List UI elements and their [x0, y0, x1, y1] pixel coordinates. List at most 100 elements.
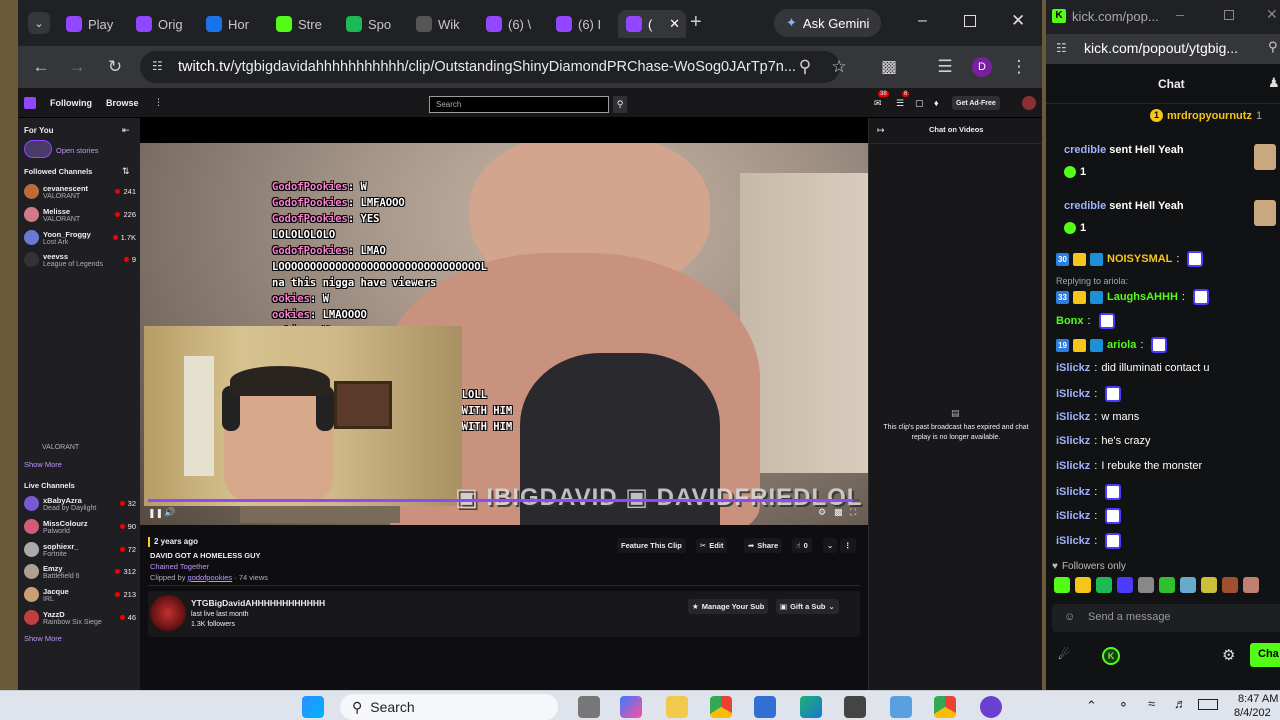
- sidebar-channel-veevss[interactable]: veevss League of Legends 9: [24, 249, 136, 271]
- browser-tab[interactable]: Hor: [198, 10, 266, 38]
- following-link[interactable]: Following: [50, 98, 92, 108]
- inbox-icon[interactable]: ▢: [915, 98, 924, 109]
- sidebar-channel-jacque[interactable]: Jacque IRL 213: [24, 584, 136, 606]
- get-ad-free-button[interactable]: Get Ad-Free: [952, 96, 1000, 110]
- like-dropdown[interactable]: ⌄: [823, 538, 838, 553]
- back-icon[interactable]: ←: [30, 56, 52, 78]
- wifi-icon[interactable]: ≈: [1148, 696, 1155, 711]
- browser-tab[interactable]: Spo: [338, 10, 406, 38]
- kick-minimize-button[interactable]: –: [1176, 6, 1184, 22]
- twitch-logo-icon[interactable]: [24, 97, 36, 109]
- kick-chat-send-button[interactable]: Cha: [1250, 643, 1280, 667]
- kick-users-icon[interactable]: ♟: [1268, 75, 1280, 91]
- like-button[interactable]: ☝ 0: [792, 538, 812, 553]
- edit-button[interactable]: ✂ Edit: [696, 538, 728, 553]
- fullscreen-icon[interactable]: ⛶: [850, 507, 856, 518]
- close-window-button[interactable]: ✕: [1011, 11, 1025, 31]
- search-icon[interactable]: ⚲: [613, 96, 627, 113]
- volume-icon[interactable]: 🔊: [164, 507, 175, 518]
- open-stories-link[interactable]: Open stories: [56, 146, 99, 155]
- zoom-icon[interactable]: ⚲: [794, 56, 816, 78]
- minimize-button[interactable]: –: [918, 12, 927, 30]
- sidebar-channel-misscolourz[interactable]: MissColourz Palworld 90: [24, 516, 136, 538]
- theatre-mode-icon[interactable]: ▩: [834, 507, 843, 518]
- sidebar-channel-sophiexr[interactable]: sophiexr_ Fortnite 72: [24, 539, 136, 561]
- ask-gemini-button[interactable]: ✦ Ask Gemini: [774, 9, 882, 37]
- browser-tab[interactable]: Stre: [268, 10, 336, 38]
- maximize-button[interactable]: [964, 15, 976, 27]
- browser-tab[interactable]: Wik: [408, 10, 476, 38]
- clock-date[interactable]: 8/4/202: [1234, 707, 1271, 719]
- kick-maximize-button[interactable]: [1224, 10, 1234, 20]
- edge-icon[interactable]: [800, 696, 822, 718]
- kick-settings-icon[interactable]: ⚙: [1222, 646, 1235, 664]
- sidebar-channel-cevanescent[interactable]: cevanescent VALORANT 241: [24, 181, 136, 203]
- browse-link[interactable]: Browse: [106, 98, 139, 108]
- twitch-search-input[interactable]: Search: [429, 96, 609, 113]
- feature-clip-button[interactable]: Feature This Clip: [617, 538, 686, 553]
- new-tab-button[interactable]: +: [690, 12, 702, 32]
- url-input[interactable]: ☷ twitch.tv/ytgbigdavidahhhhhhhhhhh/clip…: [140, 51, 840, 83]
- crown-icon[interactable]: ♦: [934, 98, 939, 108]
- taskbar-search[interactable]: ⚲ Search: [340, 694, 558, 720]
- notifications-icon[interactable]: ✉: [874, 98, 882, 109]
- manage-sub-button[interactable]: ★ Manage Your Sub: [688, 599, 769, 614]
- photos-icon[interactable]: [890, 696, 912, 718]
- whispers-icon[interactable]: ☰: [896, 98, 904, 109]
- kick-close-button[interactable]: ✕: [1266, 6, 1278, 23]
- kick-k-icon[interactable]: K: [1102, 647, 1120, 665]
- store-icon[interactable]: [754, 696, 776, 718]
- progress-track[interactable]: [148, 499, 860, 502]
- sidebar-channel-yazzd[interactable]: YazzD Rainbow Six Siege 46: [24, 607, 136, 629]
- obs-icon[interactable]: [844, 696, 866, 718]
- chrome-profile-icon[interactable]: [934, 696, 956, 718]
- kick-zoom-icon[interactable]: ⚲: [1268, 39, 1278, 55]
- browser-tab[interactable]: (✕: [618, 10, 686, 38]
- bookmark-star-icon[interactable]: ☆: [828, 56, 850, 78]
- speaker-icon[interactable]: ♬: [1174, 696, 1187, 711]
- sidebar-channel-yoonfroggy[interactable]: Yoon_Froggy Lost Ark 1.7K: [24, 227, 136, 249]
- kick-site-info-icon[interactable]: ☷: [1056, 41, 1067, 55]
- sidebar-channel-emzy[interactable]: Emzy Battlefield 6 312: [24, 561, 136, 583]
- kick-url[interactable]: kick.com/popout/ytgbig...: [1084, 40, 1238, 56]
- gift-sub-button[interactable]: ▣ Gift a Sub ⌄: [776, 599, 839, 614]
- settings-gear-icon[interactable]: ⚙: [818, 507, 826, 518]
- show-more-followed-link[interactable]: Show More: [24, 460, 62, 469]
- emote-tray[interactable]: [1054, 577, 1280, 597]
- close-tab-icon[interactable]: ✕: [669, 16, 680, 32]
- sort-icon[interactable]: ⇅: [122, 166, 130, 177]
- clip-category-link[interactable]: Chained Together: [150, 562, 209, 571]
- video-player[interactable]: GodofPookies: W GodofPookies: LMFAOOO Godo…: [140, 143, 868, 525]
- browser-tab[interactable]: Orig: [128, 10, 196, 38]
- chrome-icon[interactable]: [710, 696, 732, 718]
- sidebar-channel-xbabyazra[interactable]: xBabyAzra Dead by Daylight 32: [24, 493, 136, 515]
- battery-icon[interactable]: [1198, 699, 1218, 710]
- site-info-icon[interactable]: ☷: [152, 59, 163, 73]
- browser-tab[interactable]: Play: [58, 10, 126, 38]
- profile-avatar[interactable]: D: [972, 57, 992, 77]
- start-icon[interactable]: [302, 696, 324, 718]
- clipper-link[interactable]: godofpookies: [188, 573, 233, 582]
- clock-time[interactable]: 8:47 AM: [1238, 693, 1278, 705]
- tab-search-button[interactable]: ⌄: [28, 12, 50, 34]
- browser-tab[interactable]: (6) I: [548, 10, 616, 38]
- kebab-menu-icon[interactable]: ⋮: [1008, 56, 1030, 78]
- kick-message-input[interactable]: ☺ Send a message: [1052, 604, 1280, 632]
- collapse-sidebar-icon[interactable]: ⇤: [122, 125, 130, 136]
- sidebar-channel-melisse[interactable]: Melisse VALORANT 226: [24, 204, 136, 226]
- browser-tab[interactable]: (6) \: [478, 10, 546, 38]
- tray-chevron-icon[interactable]: ⌃: [1086, 698, 1097, 714]
- microphone-icon[interactable]: ⚬: [1118, 697, 1129, 713]
- reload-icon[interactable]: ↻: [104, 56, 126, 78]
- share-button[interactable]: ➦ Share: [744, 538, 783, 553]
- emoji-icon[interactable]: ☺: [1064, 611, 1075, 623]
- media-player-icon[interactable]: [980, 696, 1002, 718]
- media-control-icon[interactable]: ☰: [934, 56, 956, 78]
- task-view-icon[interactable]: [578, 696, 600, 718]
- stories-avatar[interactable]: [24, 140, 52, 158]
- extensions-icon[interactable]: ▩: [878, 56, 900, 78]
- channel-avatar[interactable]: [150, 595, 186, 631]
- show-more-live-link[interactable]: Show More: [24, 634, 62, 643]
- forward-icon[interactable]: →: [66, 56, 88, 78]
- expand-chat-icon[interactable]: ↦: [877, 125, 885, 136]
